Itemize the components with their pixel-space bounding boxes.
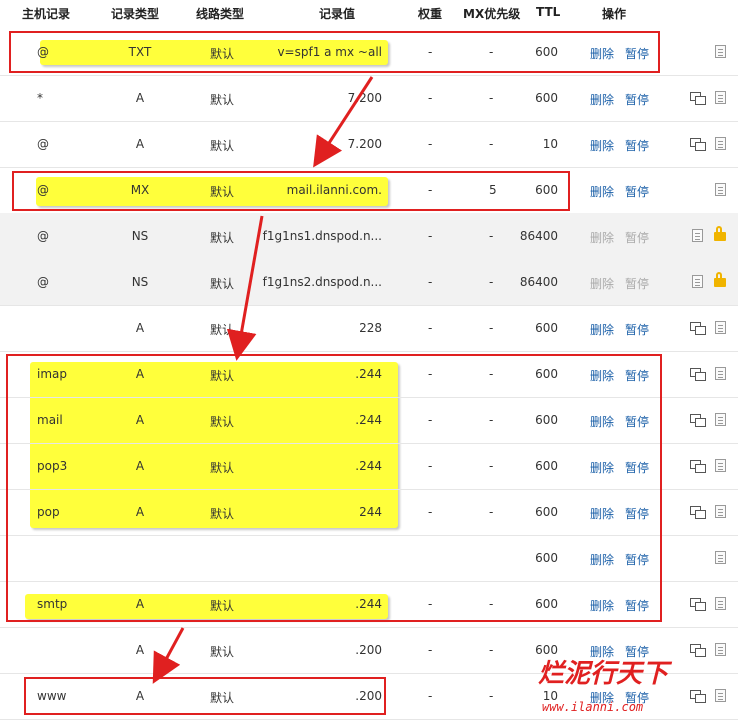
cell-host: @ [37, 275, 49, 289]
monitor-icon[interactable] [690, 138, 706, 151]
cell-ttl: 86400 [519, 229, 558, 243]
cell-mx: - [489, 91, 494, 105]
watermark-title: 烂泥行天下 [538, 659, 669, 689]
cell-value: 7.200 [347, 91, 382, 105]
monitor-icon[interactable] [690, 322, 706, 335]
table-row: * A 默认 7.200 - - 600 删除 暂停 [0, 75, 738, 122]
cell-line: 默认 [210, 139, 235, 153]
note-icon[interactable] [715, 551, 726, 564]
note-icon[interactable] [715, 597, 726, 610]
cell-type: A [135, 643, 145, 657]
monitor-icon[interactable] [690, 460, 706, 473]
pause-button[interactable]: 暂停 [625, 137, 649, 154]
note-icon[interactable] [715, 91, 726, 104]
cell-value: .200 [355, 643, 382, 657]
cell-host: * [37, 91, 43, 105]
table-row: A 默认 228 - - 600 删除 暂停 [0, 305, 738, 352]
cell-type: NS [131, 275, 149, 289]
annotation-box-mail-hosts [6, 354, 662, 622]
cell-value: f1g1ns2.dnspod.n... [262, 275, 382, 289]
cell-value: f1g1ns1.dnspod.n... [262, 229, 382, 243]
watermark-url: www.ilanni.com [542, 700, 644, 714]
note-icon[interactable] [715, 137, 726, 150]
column-host: 主机记录 [22, 7, 71, 21]
cell-type: NS [131, 229, 149, 243]
cell-weight: - [428, 91, 433, 105]
note-icon[interactable] [715, 367, 726, 380]
note-icon[interactable] [715, 321, 726, 334]
cell-ttl: 10 [542, 137, 558, 151]
note-icon[interactable] [715, 413, 726, 426]
cell-mx: - [489, 643, 494, 657]
note-icon[interactable] [692, 229, 703, 242]
cell-mx: - [489, 137, 494, 151]
cell-type: A [135, 91, 145, 105]
cell-line: 默认 [210, 231, 235, 245]
cell-ttl: 600 [535, 91, 558, 105]
column-actions: 操作 [602, 7, 627, 21]
watermark-logo: 烂泥行天下 www.ilanni.com [536, 645, 738, 718]
delete-button[interactable]: 删除 [590, 229, 614, 246]
column-type: 记录类型 [111, 7, 160, 21]
cell-value: 7.200 [347, 137, 382, 151]
column-weight: 权重 [418, 7, 443, 21]
pause-button[interactable]: 暂停 [625, 321, 649, 338]
table-row: @ NS 默认 f1g1ns1.dnspod.n... - - 86400 删除 暂停 [0, 213, 738, 260]
cell-weight: - [428, 137, 433, 151]
column-value: 记录值 [319, 7, 356, 21]
monitor-icon[interactable] [690, 598, 706, 611]
delete-button[interactable]: 删除 [590, 183, 614, 200]
cell-weight: - [428, 643, 433, 657]
cell-weight: - [428, 321, 433, 335]
cell-type: A [135, 321, 145, 335]
cell-line: 默认 [210, 277, 235, 291]
cell-mx: - [489, 275, 494, 289]
note-icon[interactable] [715, 505, 726, 518]
cell-host: @ [37, 229, 49, 243]
note-icon[interactable] [692, 275, 703, 288]
cell-ttl: 600 [535, 321, 558, 335]
cell-value: 228 [359, 321, 382, 335]
annotation-box-mx [12, 171, 570, 211]
table-row: @ NS 默认 f1g1ns2.dnspod.n... - - 86400 删除 暂停 [0, 259, 738, 306]
cell-type: A [135, 137, 145, 151]
monitor-icon[interactable] [690, 414, 706, 427]
note-icon[interactable] [715, 183, 726, 196]
monitor-icon[interactable] [690, 506, 706, 519]
cell-line: 默认 [210, 93, 235, 107]
cell-mx: - [489, 321, 494, 335]
pause-button[interactable]: 暂停 [625, 229, 649, 246]
pause-button[interactable]: 暂停 [625, 275, 649, 292]
cell-line: 默认 [210, 645, 235, 659]
delete-button[interactable]: 删除 [590, 275, 614, 292]
monitor-icon[interactable] [690, 368, 706, 381]
cell-mx: - [489, 229, 494, 243]
column-ttl: TTL [536, 5, 561, 19]
cell-weight: - [428, 689, 433, 703]
table-row: @ A 默认 7.200 - - 10 删除 暂停 [0, 121, 738, 168]
delete-button[interactable]: 删除 [590, 321, 614, 338]
monitor-icon[interactable] [690, 92, 706, 105]
column-line: 线路类型 [196, 7, 245, 21]
cell-host: @ [37, 137, 49, 151]
annotation-box-txt [9, 31, 660, 73]
lock-icon [714, 272, 726, 287]
table-header: 主机记录 记录类型 线路类型 记录值 权重 MX优先级 TTL 操作 [0, 0, 738, 28]
delete-button[interactable]: 删除 [590, 91, 614, 108]
note-icon[interactable] [715, 459, 726, 472]
cell-line: 默认 [210, 323, 235, 337]
pause-button[interactable]: 暂停 [625, 91, 649, 108]
lock-icon [714, 226, 726, 241]
pause-button[interactable]: 暂停 [625, 183, 649, 200]
cell-weight: - [428, 275, 433, 289]
column-mx: MX优先级 [463, 7, 521, 21]
cell-mx: - [489, 689, 494, 703]
note-icon[interactable] [715, 45, 726, 58]
annotation-box-www [24, 677, 386, 715]
delete-button[interactable]: 删除 [590, 137, 614, 154]
cell-weight: - [428, 229, 433, 243]
cell-ttl: 86400 [519, 275, 558, 289]
